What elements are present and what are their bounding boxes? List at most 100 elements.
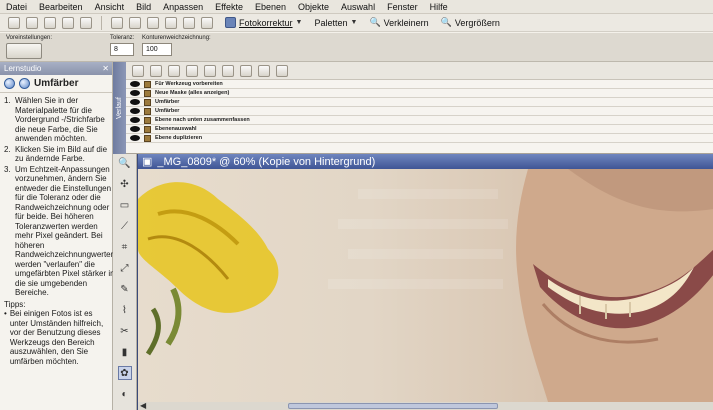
eye-icon[interactable] [130, 117, 140, 123]
eye-icon[interactable] [130, 90, 140, 96]
magic-icon[interactable] [258, 64, 270, 77]
history-row[interactable]: Umfärber [126, 98, 713, 107]
feather-label: Konturenweichzeichnung: [142, 35, 211, 41]
picker-tool-icon[interactable]: ⤢ [118, 261, 132, 275]
menu-fenster[interactable]: Fenster [387, 2, 418, 12]
paletten-button[interactable]: Paletten ▼ [314, 18, 357, 28]
verkleinern-button[interactable]: 🔍 Verkleinern [369, 17, 428, 28]
save-script-icon[interactable] [222, 64, 234, 77]
document-title-bar[interactable]: ▣ _MG_0809* @ 60% (Kopie von Hintergrund… [138, 154, 713, 169]
eye-dropper-icon[interactable]: ✎ [118, 282, 132, 296]
instruction-step: 1. Wählen Sie in der Materialpalette für… [4, 96, 108, 144]
save-icon[interactable] [62, 16, 74, 29]
menu-hilfe[interactable]: Hilfe [430, 2, 448, 12]
help-icon[interactable] [201, 16, 213, 29]
menu-bearbeiten[interactable]: Bearbeiten [39, 2, 83, 12]
step-icon [144, 134, 151, 142]
step-number: 2. [4, 144, 11, 154]
redo-icon[interactable] [147, 16, 159, 29]
chevron-down-icon: ▼ [295, 19, 303, 26]
scroll-left-icon[interactable]: ◀ [140, 401, 146, 410]
history-row[interactable]: Ebene nach unten zusammenfassen [126, 116, 713, 125]
email-icon[interactable] [111, 16, 123, 29]
bullet-icon: • [4, 309, 7, 318]
history-row[interactable]: Neue Maske (alles anzeigen) [126, 89, 713, 98]
adjust-icon[interactable] [183, 16, 195, 29]
menu-datei[interactable]: Datei [6, 2, 27, 12]
menu-auswahl[interactable]: Auswahl [341, 2, 375, 12]
vergroessern-label: Vergrößern [454, 17, 500, 28]
panel-title: Umfärber [0, 75, 112, 93]
presets-dropdown[interactable] [6, 43, 42, 59]
feather-input[interactable]: 100 [142, 43, 172, 56]
straighten-tool-icon[interactable]: ⟋ [118, 219, 132, 233]
menu-ansicht[interactable]: Ansicht [95, 2, 125, 12]
menu-effekte[interactable]: Effekte [215, 2, 243, 12]
crop-tool-icon[interactable]: ⌗ [118, 240, 132, 254]
history-row[interactable]: Ebenenauswahl [126, 125, 713, 134]
instruction-step: 3. Um Echtzeit-Anpassungen vorzunehmen, … [4, 165, 115, 298]
menu-bild[interactable]: Bild [136, 2, 151, 12]
fotokorrektur-label: Fotokorrektur [239, 17, 293, 28]
new-file-icon[interactable] [8, 16, 20, 29]
browse-icon[interactable] [44, 16, 56, 29]
face-shape [516, 169, 713, 402]
eye-icon[interactable] [130, 108, 140, 114]
open-file-icon[interactable] [26, 16, 38, 29]
print-icon[interactable] [80, 16, 92, 29]
history-row-label: Ebenenauswahl [155, 126, 197, 132]
history-row[interactable]: Ebene duplizieren [126, 134, 713, 143]
tools-icon[interactable] [240, 64, 252, 77]
redo-icon[interactable] [150, 64, 162, 77]
fill-tool-icon[interactable]: ◐ [118, 387, 132, 401]
tip-text: Bei einigen Fotos ist es unter Umständen… [9, 309, 104, 366]
history-row-label: Für Werkzeug vorbereiten [155, 81, 223, 87]
brush-tool-icon[interactable]: ⌇ [118, 303, 132, 317]
history-tab[interactable]: Verlauf [113, 62, 126, 154]
scrollbar-thumb[interactable] [288, 403, 498, 409]
background-text-overlay [328, 189, 508, 289]
panel-header: Lernstudio ✕ [0, 62, 112, 75]
zoom-out-icon: 🔍 [369, 17, 381, 27]
vergroessern-button[interactable]: 🔍 Vergrößern [441, 17, 500, 28]
selection-tool-icon[interactable]: ▭ [118, 198, 132, 212]
step-icon [144, 125, 151, 133]
menu-bar: Datei Bearbeiten Ansicht Bild Anpassen E… [0, 0, 713, 14]
eye-icon[interactable] [130, 99, 140, 105]
history-toolbar [126, 62, 713, 80]
history-row[interactable]: Umfärber [126, 107, 713, 116]
menu-objekte[interactable]: Objekte [298, 2, 329, 12]
eraser-tool-icon[interactable]: ▮ [118, 345, 132, 359]
clone-tool-icon[interactable]: ✂ [118, 324, 132, 338]
color-changer-tool-icon[interactable]: ✿ [117, 366, 132, 380]
step-icon [144, 116, 151, 124]
tolerance-input[interactable]: 8 [110, 43, 134, 56]
zoom-tool-icon[interactable]: 🔍 [118, 156, 132, 170]
standard-toolbar: Fotokorrektur ▼ Paletten ▼ 🔍 Verkleinern… [0, 14, 713, 32]
history-row[interactable]: Für Werkzeug vorbereiten [126, 80, 713, 89]
toolbar-divider [101, 15, 102, 30]
history-options-icon[interactable] [168, 64, 180, 77]
resize-icon[interactable] [165, 16, 177, 29]
step-icon [144, 80, 151, 88]
eye-icon[interactable] [130, 135, 140, 141]
help-icon[interactable] [276, 64, 288, 77]
back-icon[interactable] [4, 78, 15, 89]
horizontal-scrollbar[interactable]: ◀ [138, 401, 713, 410]
image-canvas[interactable] [138, 169, 713, 402]
move-tool-icon[interactable]: ✣ [118, 177, 132, 191]
step-icon [144, 98, 151, 106]
fotokorrektur-button[interactable]: Fotokorrektur ▼ [225, 17, 302, 28]
menu-anpassen[interactable]: Anpassen [163, 2, 203, 12]
undo-icon[interactable] [129, 16, 141, 29]
eye-icon[interactable] [130, 81, 140, 87]
clear-history-icon[interactable] [186, 64, 198, 77]
undo-icon[interactable] [132, 64, 144, 77]
close-icon[interactable]: ✕ [102, 64, 109, 73]
panel-header-label: Lernstudio [4, 64, 42, 73]
step-text: Klicken Sie im Bild auf die zu ändernde … [15, 144, 108, 164]
filter-icon[interactable] [204, 64, 216, 77]
eye-icon[interactable] [130, 126, 140, 132]
menu-ebenen[interactable]: Ebenen [255, 2, 286, 12]
presets-label: Voreinstellungen: [6, 35, 53, 41]
